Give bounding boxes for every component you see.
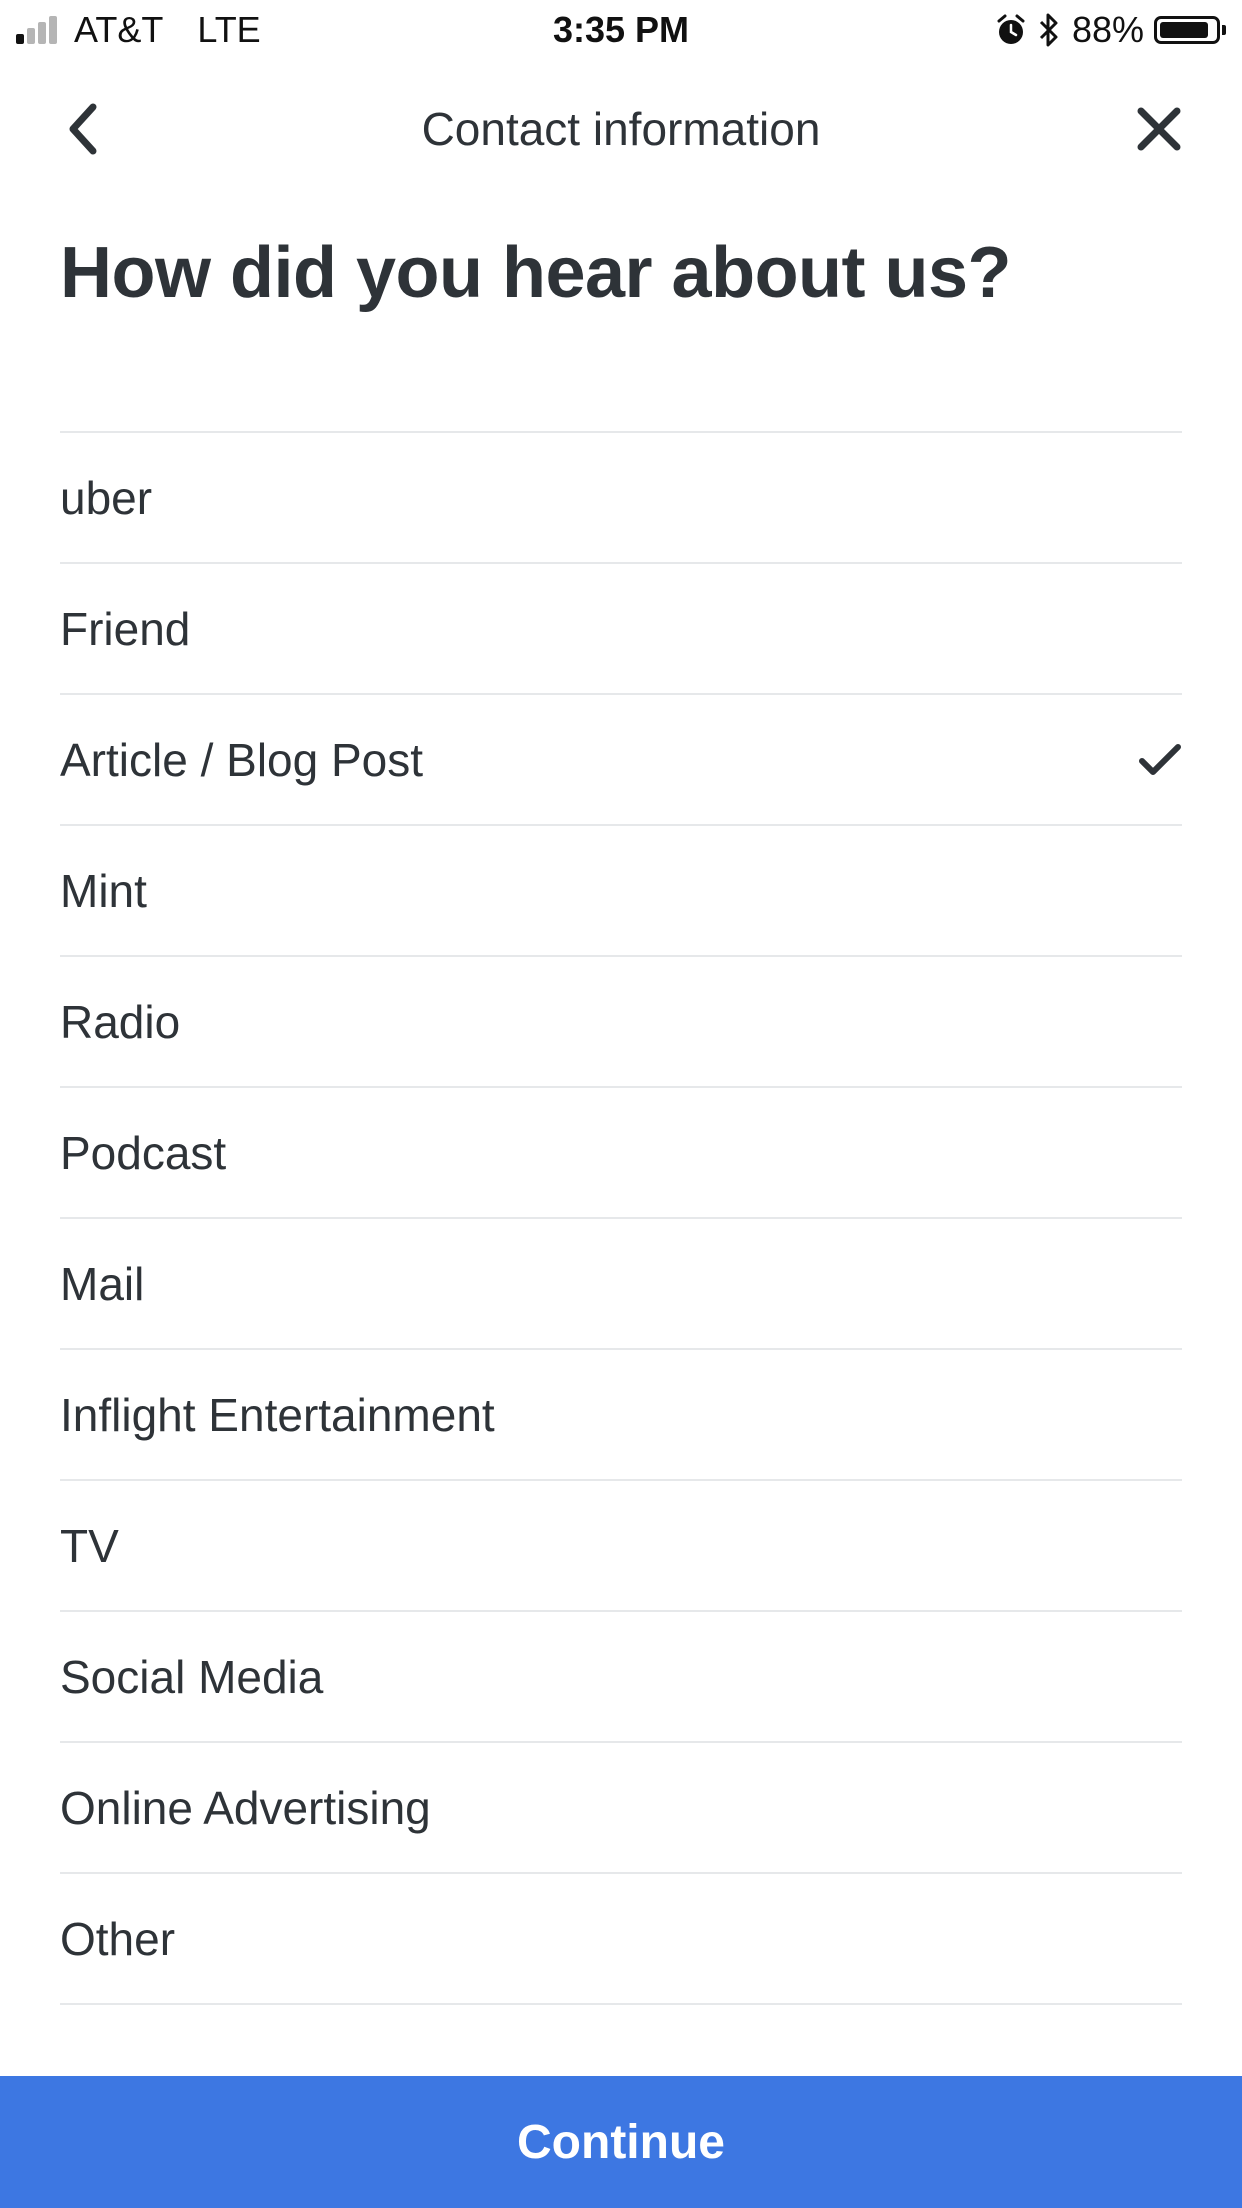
option-row[interactable]: Mint bbox=[60, 826, 1182, 957]
option-label: Inflight Entertainment bbox=[60, 1388, 495, 1441]
option-row[interactable]: uber bbox=[60, 433, 1182, 564]
option-label: Friend bbox=[60, 602, 191, 655]
option-row[interactable]: Article / Blog Post bbox=[60, 695, 1182, 826]
option-label: Mint bbox=[60, 864, 147, 917]
option-row[interactable]: Online Advertising bbox=[60, 1743, 1182, 1874]
nav-title: Contact information bbox=[421, 103, 821, 155]
option-label: Other bbox=[60, 1912, 176, 1965]
option-label: Online Advertising bbox=[60, 1781, 431, 1834]
alarm-icon bbox=[996, 14, 1026, 46]
page-title: How did you hear about us? bbox=[60, 233, 1012, 313]
option-row[interactable]: Inflight Entertainment bbox=[60, 1350, 1182, 1481]
option-label: TV bbox=[60, 1519, 119, 1572]
nav-bar: Contact information bbox=[0, 60, 1242, 194]
option-row[interactable]: Other bbox=[60, 1874, 1182, 2005]
option-label: Mail bbox=[60, 1257, 145, 1310]
battery-icon bbox=[1154, 16, 1226, 44]
option-row[interactable]: TV bbox=[60, 1481, 1182, 1612]
option-row[interactable]: Podcast bbox=[60, 1088, 1182, 1219]
status-bar: AT&T LTE 3:35 PM 88% bbox=[0, 0, 1242, 60]
option-row[interactable]: Social Media bbox=[60, 1612, 1182, 1743]
bluetooth-icon bbox=[1038, 12, 1060, 48]
option-row[interactable]: Friend bbox=[60, 564, 1182, 695]
battery-percent: 88% bbox=[1071, 9, 1144, 50]
continue-button[interactable]: Continue bbox=[0, 2076, 1242, 2208]
option-label: Podcast bbox=[60, 1126, 227, 1179]
option-label: Social Media bbox=[60, 1650, 324, 1703]
options-list: uber Friend Article / Blog Post Mint Radio Po… bbox=[60, 431, 1182, 2005]
status-right: 88% bbox=[996, 9, 1226, 50]
close-icon bbox=[1137, 107, 1181, 151]
option-label: uber bbox=[60, 471, 153, 524]
option-label: Radio bbox=[60, 995, 181, 1048]
option-row[interactable]: Radio bbox=[60, 957, 1182, 1088]
checkmark-icon bbox=[1138, 738, 1182, 782]
option-row[interactable]: Mail bbox=[60, 1219, 1182, 1350]
close-button[interactable] bbox=[1126, 96, 1192, 162]
option-label: Article / Blog Post bbox=[60, 733, 424, 786]
